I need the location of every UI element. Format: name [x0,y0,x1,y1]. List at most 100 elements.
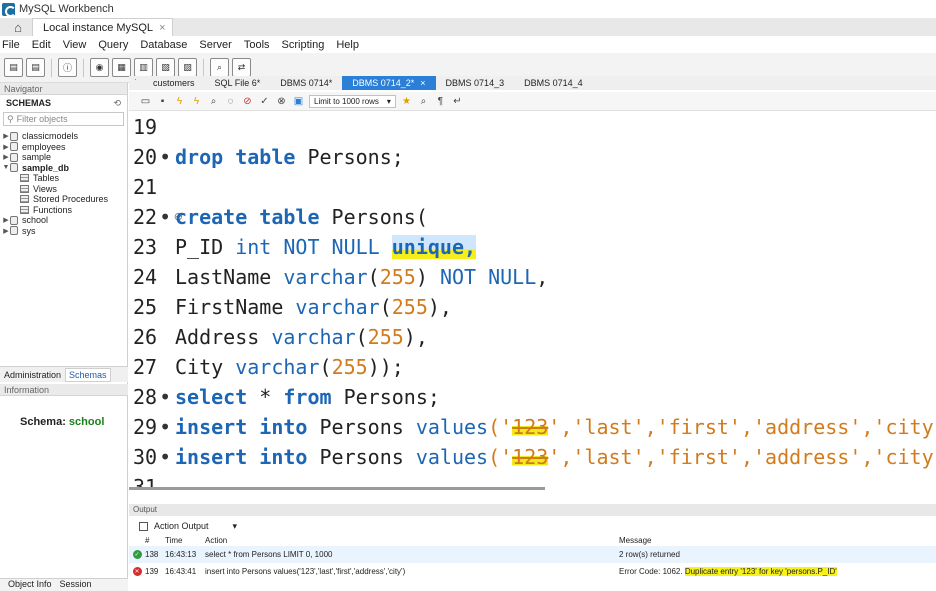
close-icon[interactable]: × [159,22,165,34]
search-icon: ⚲ [7,113,14,124]
inspector-icon[interactable]: ⓘ [58,58,77,77]
toolbar-divider [83,58,84,77]
table-row[interactable]: ✕ 139 16:43:41 insert into Persons value… [129,563,936,580]
menu-server[interactable]: Server [199,39,231,51]
tab-schemas[interactable]: Schemas [65,367,111,382]
expand-arrow-icon[interactable]: ▶ [2,132,10,140]
close-icon[interactable]: × [420,78,425,88]
create-table-icon[interactable]: ▦ [112,58,131,77]
tables-icon [20,174,29,183]
wrap-lines-icon[interactable]: ↵ [451,95,464,108]
filter-objects-input[interactable]: ⚲ Filter objects [3,112,124,126]
expand-arrow-icon[interactable]: ▶ [2,227,10,235]
menu-file[interactable]: File [2,39,20,51]
create-function-icon[interactable]: ▨ [178,58,197,77]
code-line-29: 29 • insert into Persons values('123','la… [129,412,936,442]
expand-arrow-icon[interactable]: ▶ [2,216,10,224]
database-icon [10,226,18,236]
autocommit-icon[interactable]: ▣ [292,95,305,108]
tab-sql-file-6[interactable]: SQL File 6* [205,76,271,90]
line-number: 19 [133,115,158,139]
tab-object-info[interactable]: Object Info [8,579,52,591]
tree-item-sys[interactable]: ▶ sys [2,226,127,237]
table-row[interactable]: ✓ 138 16:43:13 select * from Persons LIM… [129,546,936,563]
tab-session[interactable]: Session [60,579,92,591]
menu-edit[interactable]: Edit [32,39,51,51]
toggle-continue-icon[interactable]: ⊘ [241,95,254,108]
menu-help[interactable]: Help [336,39,359,51]
find-icon[interactable]: ⌕ [417,95,430,108]
tree-item-sample-db[interactable]: ▼ sample_db [2,163,127,174]
expand-arrow-icon[interactable]: ▶ [2,153,10,161]
refresh-icon[interactable]: ⟲ [113,98,121,109]
tab-modified-marker: ˙ [134,78,138,88]
execute-icon[interactable]: ϟ [173,95,186,108]
code-line-19: 19 [129,112,175,142]
tab-dbms-0714-2[interactable]: DBMS 0714_2* × [342,76,436,90]
menu-query[interactable]: Query [98,39,128,51]
menu-tools[interactable]: Tools [244,39,270,51]
copy-icon[interactable] [139,521,148,531]
tree-item-employees[interactable]: ▶ employees [2,142,127,153]
tab-dbms-0714[interactable]: DBMS 0714* [270,76,342,90]
expand-arrow-icon[interactable]: ▶ [2,143,10,151]
save-icon[interactable]: ▪ [156,95,169,108]
chevron-down-icon: ▾ [386,96,391,106]
search-table-data-icon[interactable]: ⌕ [210,58,229,77]
create-procedure-icon[interactable]: ▧ [156,58,175,77]
tree-item-functions[interactable]: Functions [2,205,127,216]
editor-tab-bar: ˙ customers SQL File 6* DBMS 0714* DBMS … [129,76,936,90]
open-sql-file-icon[interactable]: ▤ [26,58,45,77]
line-number: 28 • [133,385,172,409]
menu-view[interactable]: View [63,39,87,51]
navigator-header: Navigator [0,83,127,95]
output-selector[interactable]: Action Output ▾ [129,518,936,534]
tree-item-school[interactable]: ▶ school [2,215,127,226]
tree-item-views[interactable]: Views [2,184,127,195]
tab-dbms-0714-4[interactable]: DBMS 0714_4 [514,76,593,90]
home-icon[interactable]: ⌂ [4,18,32,36]
invisible-chars-icon[interactable]: ¶ [434,95,447,108]
tree-item-classicmodels[interactable]: ▶ classicmodels [2,131,127,142]
execute-current-icon[interactable]: ϟ [190,95,203,108]
stored-procedures-icon [20,195,29,204]
create-schema-icon[interactable]: ◉ [90,58,109,77]
line-number: 27 [133,355,158,379]
commit-icon[interactable]: ✓ [258,95,271,108]
line-number: 30 • [133,445,172,469]
new-sql-tab-icon[interactable]: ▤ [4,58,23,77]
action-output-table: # Time Action Message ✓ 138 16:43:13 sel… [129,536,936,580]
tab-administration[interactable]: Administration [4,370,61,380]
rollback-icon[interactable]: ⊗ [275,95,288,108]
tab-dbms-0714-3[interactable]: DBMS 0714_3 [436,76,515,90]
column-header-action[interactable]: Action [205,536,619,546]
instance-tab[interactable]: Local instance MySQL × [32,18,173,36]
create-view-icon[interactable]: ▥ [134,58,153,77]
instance-tab-label: Local instance MySQL [43,21,154,34]
tree-item-tables[interactable]: Tables [2,173,127,184]
collapse-arrow-icon[interactable]: ▼ [2,164,10,171]
line-number: 24 [133,265,158,289]
menu-database[interactable]: Database [140,39,187,51]
open-folder-icon[interactable]: ▭ [139,95,152,108]
column-header-time[interactable]: Time [165,536,205,546]
limit-rows-select[interactable]: Limit to 1000 rows ▾ [309,94,396,108]
tab-customers[interactable]: customers [143,76,205,90]
functions-icon [20,205,29,214]
information-header: Information [0,384,128,396]
success-icon: ✓ [132,550,142,559]
code-line-20: 20 • drop table Persons; [129,142,404,172]
beautify-icon[interactable]: ★ [400,95,413,108]
code-line-30: 30 • insert into Persons values('123','la… [129,442,936,472]
tree-item-sample[interactable]: ▶ sample [2,152,127,163]
reconnect-icon[interactable]: ⇄ [232,58,251,77]
column-header-message[interactable]: Message [619,536,936,546]
stop-icon[interactable]: ◌ [224,95,237,108]
column-header-number[interactable]: # [145,536,165,546]
tree-item-stored-procedures[interactable]: Stored Procedures [2,194,127,205]
menu-scripting[interactable]: Scripting [282,39,325,51]
horizontal-scrollbar[interactable] [129,487,545,490]
explain-icon[interactable]: ⌕ [207,95,220,108]
chevron-down-icon: ▾ [232,520,238,531]
sql-editor[interactable]: 19 20 • drop table Persons; 21 22 • ⊖ creat… [129,112,936,490]
